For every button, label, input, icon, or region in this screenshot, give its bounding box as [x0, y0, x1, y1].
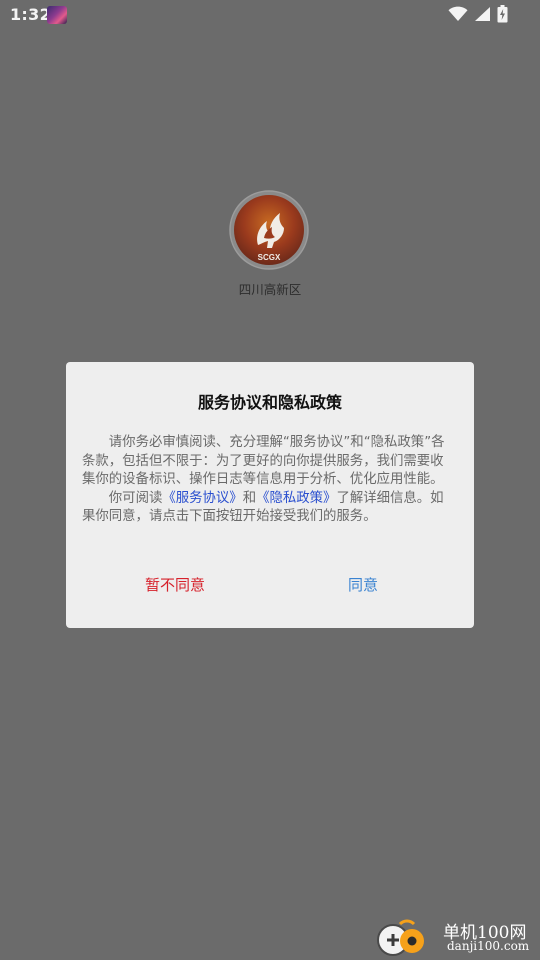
watermark-logo-icon [377, 919, 424, 956]
watermark-domain: danji100.com [447, 939, 530, 953]
privacy-policy-link[interactable]: 《隐私政策》 [256, 491, 336, 506]
app-name: 四川高新区 [238, 282, 302, 297]
dialog-body: 请你务必审慎阅读、充分理解“服务协议”和“隐私政策”各条款，包括但不限于：为了更… [82, 434, 456, 527]
dialog-title: 服务协议和隐私政策 [197, 393, 342, 412]
status-bar: 1:32 [0, 0, 540, 32]
status-icons [448, 5, 508, 23]
app-logo: SCGX [229, 190, 309, 270]
status-time: 1:32 [10, 5, 51, 24]
wifi-icon [448, 6, 468, 21]
logo-text: SCGX [258, 253, 281, 262]
signal-icon [475, 7, 490, 21]
watermark: 单机100网 danji100.com [376, 916, 536, 958]
battery-charging-icon [497, 5, 508, 23]
notification-image-icon [47, 6, 67, 24]
agree-button[interactable]: 同意 [348, 574, 378, 595]
privacy-dialog: 服务协议和隐私政策 请你务必审慎阅读、充分理解“服务协议”和“隐私政策”各条款，… [66, 362, 474, 628]
app-screen: 1:32 SCGX 四川高新区 服务协议和隐私政策 请你务必审慎阅读、充分理解“… [0, 0, 540, 960]
para2-and: 和 [242, 490, 257, 506]
disagree-button[interactable]: 暂不同意 [145, 574, 205, 595]
dialog-paragraph-2: 你可阅读《服务协议》和《隐私政策》了解详细信息。如果你同意，请点击下面按钮开始接… [82, 490, 456, 527]
dialog-paragraph-1: 请你务必审慎阅读、充分理解“服务协议”和“隐私政策”各条款，包括但不限于：为了更… [82, 435, 445, 487]
para2-pre: 你可阅读 [108, 490, 163, 506]
service-agreement-link[interactable]: 《服务协议》 [162, 491, 242, 506]
